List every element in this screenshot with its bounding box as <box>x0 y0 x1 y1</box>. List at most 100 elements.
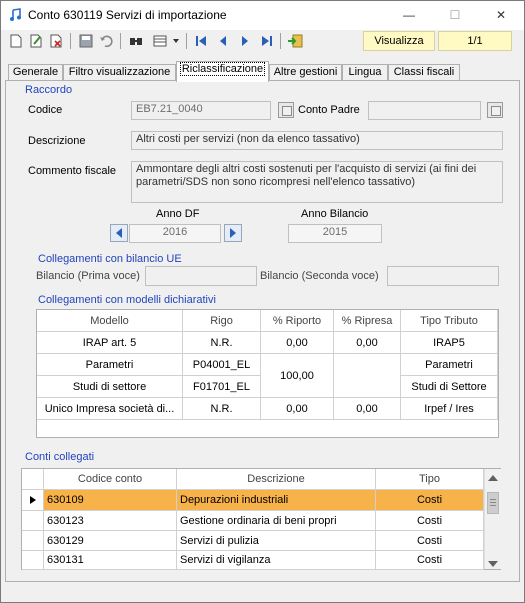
conti-cell-codice[interactable]: 630129 <box>44 531 177 551</box>
conti-scrollbar[interactable] <box>484 469 501 569</box>
row-indicator[interactable] <box>22 490 44 511</box>
modelli-cell-ripresa[interactable]: 0,00 <box>334 332 401 354</box>
list-view-icon[interactable] <box>151 32 169 50</box>
raccordo-title: Raccordo <box>25 84 73 96</box>
conto-padre-field[interactable] <box>368 101 481 120</box>
tab-lingua[interactable]: Lingua <box>342 64 388 81</box>
conti-header-codice[interactable]: Codice conto <box>44 469 177 490</box>
conti-cell-codice[interactable]: 630123 <box>44 511 177 531</box>
conti-cell-descrizione[interactable]: Depurazioni industriali <box>177 490 376 511</box>
modelli-cell-rigo[interactable]: N.R. <box>183 332 261 354</box>
export-icon[interactable] <box>286 32 304 50</box>
modelli-cell-riporto-merged[interactable]: 100,00 <box>261 354 334 398</box>
modelli-header-ripresa[interactable]: % Ripresa <box>334 310 401 332</box>
conti-header-tipo[interactable]: Tipo <box>376 469 484 490</box>
row-indicator[interactable] <box>22 551 44 570</box>
tab-riclassificazione[interactable]: Riclassificazione <box>176 61 269 82</box>
bilancio-prima-field[interactable] <box>145 266 257 286</box>
conti-cell-descrizione[interactable]: Gestione ordinaria di beni propri <box>177 511 376 531</box>
anno-bilancio-field[interactable]: 2015 <box>288 224 382 243</box>
modelli-cell-rigo[interactable]: N.R. <box>183 398 261 420</box>
codice-field[interactable]: EB7.21_0040 <box>131 101 271 120</box>
toolbar: Visualizza 1/1 <box>1 30 524 52</box>
edit-icon[interactable] <box>27 32 45 50</box>
save-icon[interactable] <box>77 32 95 50</box>
modelli-cell-tipo[interactable]: Parametri <box>401 354 498 376</box>
commento-fiscale-label: Commento fiscale <box>28 165 117 177</box>
modelli-cell-modello[interactable]: Parametri <box>37 354 183 376</box>
bilancio-prima-label: Bilancio (Prima voce) <box>36 270 140 282</box>
undo-icon[interactable] <box>97 32 115 50</box>
modelli-cell-modello[interactable]: IRAP art. 5 <box>37 332 183 354</box>
window: Conto 630119 Servizi di importazione — ☐… <box>0 0 525 603</box>
modelli-cell-ripresa-merged[interactable] <box>334 354 401 398</box>
modelli-cell-riporto[interactable]: 0,00 <box>261 332 334 354</box>
tab-riclassificazione-label: Riclassificazione <box>179 62 266 76</box>
conti-collegati-title: Conti collegati <box>25 451 95 463</box>
anno-df-field[interactable]: 2016 <box>129 224 221 243</box>
conti-cell-codice[interactable]: 630109 <box>44 490 177 511</box>
tab-altre-gestioni[interactable]: Altre gestioni <box>269 64 342 81</box>
scroll-thumb[interactable] <box>487 492 499 514</box>
scroll-up-icon[interactable] <box>488 472 498 484</box>
scroll-down-icon[interactable] <box>488 558 498 570</box>
anno-df-increment-button[interactable] <box>224 224 242 242</box>
bilancio-seconda-field[interactable] <box>387 266 499 286</box>
page-counter: 1/1 <box>438 31 512 51</box>
app-icon <box>10 8 21 21</box>
close-button[interactable]: ✕ <box>478 1 524 30</box>
modelli-header-tipo[interactable]: Tipo Tributo <box>401 310 498 332</box>
modelli-header-riporto[interactable]: % Riporto <box>261 310 334 332</box>
conti-cell-tipo[interactable]: Costi <box>376 531 484 551</box>
conti-cell-codice[interactable]: 630131 <box>44 551 177 570</box>
new-icon[interactable] <box>7 32 25 50</box>
dropdown-arrow-icon[interactable] <box>171 32 181 50</box>
tab-filtro-visualizzazione[interactable]: Filtro visualizzazione <box>63 64 176 81</box>
row-indicator[interactable] <box>22 511 44 531</box>
conti-cell-tipo[interactable]: Costi <box>376 511 484 531</box>
first-record-icon[interactable] <box>192 32 210 50</box>
search-icon[interactable] <box>127 32 145 50</box>
conti-cell-descrizione[interactable]: Servizi di vigilanza <box>177 551 376 570</box>
last-record-icon[interactable] <box>258 32 276 50</box>
conti-grid: Codice conto Descrizione Tipo 630109 Dep… <box>21 468 501 570</box>
view-mode-field[interactable]: Visualizza <box>363 31 435 51</box>
window-title: Conto 630119 Servizi di importazione <box>28 8 227 22</box>
modelli-cell-tipo[interactable]: IRAP5 <box>401 332 498 354</box>
modelli-title: Collegamenti con modelli dichiarativi <box>38 294 216 306</box>
anno-df-decrement-button[interactable] <box>110 224 128 242</box>
conti-cell-tipo[interactable]: Costi <box>376 551 484 570</box>
bilancio-seconda-label: Bilancio (Seconda voce) <box>260 270 379 282</box>
tab-generale[interactable]: Generale <box>8 64 63 81</box>
current-row-arrow-icon <box>29 496 36 504</box>
delete-icon[interactable] <box>47 32 65 50</box>
conto-padre-lookup-button[interactable] <box>487 102 503 118</box>
conti-cell-tipo[interactable]: Costi <box>376 490 484 511</box>
previous-record-icon[interactable] <box>214 32 232 50</box>
riclassificazione-panel: Raccordo Codice EB7.21_0040 Conto Padre … <box>5 80 520 582</box>
next-record-icon[interactable] <box>236 32 254 50</box>
tab-strip: Generale Filtro visualizzazione Riclassi… <box>1 61 524 82</box>
minimize-button[interactable]: — <box>386 1 432 30</box>
modelli-cell-tipo[interactable]: Irpef / Ires <box>401 398 498 420</box>
modelli-cell-rigo[interactable]: P04001_EL <box>183 354 261 376</box>
modelli-grid: Modello Rigo % Riporto % Ripresa Tipo Tr… <box>36 309 499 438</box>
tab-classi-fiscali[interactable]: Classi fiscali <box>388 64 460 81</box>
commento-fiscale-field[interactable]: Ammontare degli altri costi sostenuti pe… <box>131 161 503 203</box>
row-indicator[interactable] <box>22 531 44 551</box>
modelli-cell-tipo[interactable]: Studi di Settore <box>401 376 498 398</box>
conti-cell-descrizione[interactable]: Servizi di pulizia <box>177 531 376 551</box>
modelli-header-rigo[interactable]: Rigo <box>183 310 261 332</box>
conti-header-descrizione[interactable]: Descrizione <box>177 469 376 490</box>
modelli-cell-riporto[interactable]: 0,00 <box>261 398 334 420</box>
descrizione-field[interactable]: Altri costi per servizi (non da elenco t… <box>131 131 503 150</box>
modelli-cell-rigo[interactable]: F01701_EL <box>183 376 261 398</box>
maximize-button[interactable]: ☐ <box>432 1 478 30</box>
codice-label: Codice <box>28 104 63 116</box>
modelli-header-modello[interactable]: Modello <box>37 310 183 332</box>
codice-lookup-button[interactable] <box>278 102 294 118</box>
modelli-cell-ripresa[interactable]: 0,00 <box>334 398 401 420</box>
conto-padre-label: Conto Padre <box>298 104 360 116</box>
modelli-cell-modello[interactable]: Studi di settore <box>37 376 183 398</box>
modelli-cell-modello[interactable]: Unico Impresa società di... <box>37 398 183 420</box>
